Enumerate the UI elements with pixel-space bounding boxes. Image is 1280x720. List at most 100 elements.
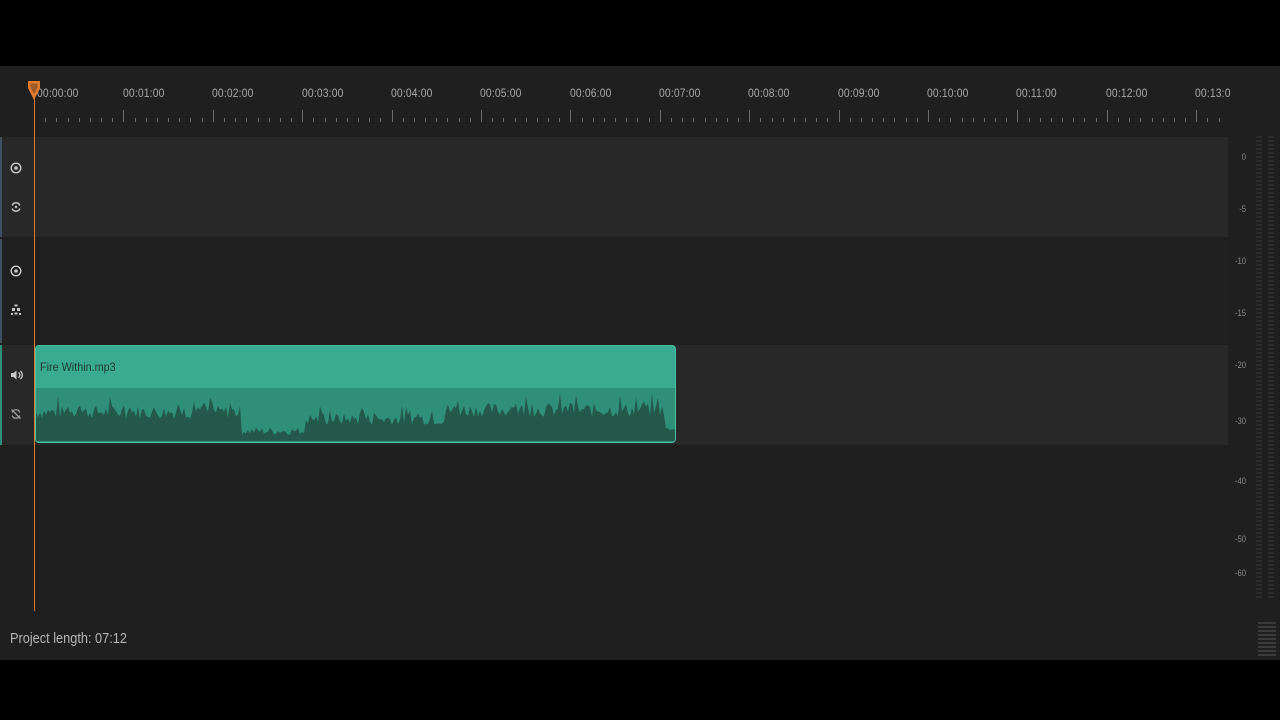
ruler-label: 00:09:00 [838, 86, 880, 100]
ruler-minor-tick [894, 118, 895, 122]
ruler-minor-tick [436, 118, 437, 122]
ruler-minor-tick [772, 118, 773, 122]
meter-right-channel [1268, 136, 1274, 598]
ruler-minor-tick [358, 118, 359, 122]
ruler-minor-tick [682, 118, 683, 122]
playhead-handle[interactable] [27, 80, 41, 102]
ruler-minor-tick [90, 118, 91, 122]
sync-icon[interactable] [9, 200, 23, 214]
meter-label: -5 [1239, 204, 1246, 214]
ruler-minor-tick [973, 118, 974, 122]
ruler-label: 00:03:00 [302, 86, 344, 100]
ruler-minor-tick [202, 118, 203, 122]
ruler-minor-tick [135, 118, 136, 122]
ruler-major-tick [570, 110, 571, 122]
ruler-minor-tick [246, 118, 247, 122]
ruler-major-tick [1017, 110, 1018, 122]
ruler-minor-tick [1084, 118, 1085, 122]
ruler-minor-tick [168, 118, 169, 122]
meter-label: 0 [1241, 152, 1246, 162]
ruler-label: 00:11:00 [1016, 86, 1057, 100]
ruler-minor-tick [615, 118, 616, 122]
ruler-minor-tick [827, 118, 828, 122]
ruler-minor-tick [883, 118, 884, 122]
audio-level-meter: 0 -5 -10 -15 -20 -30 -40 -50 -60 L R [1228, 136, 1280, 660]
ruler-major-tick [928, 110, 929, 122]
ruler-minor-tick [1040, 118, 1041, 122]
ruler-minor-tick [380, 118, 381, 122]
ruler-minor-tick [548, 118, 549, 122]
ruler-minor-tick [1051, 118, 1052, 122]
ruler-minor-tick [1129, 118, 1130, 122]
ruler-minor-tick [939, 118, 940, 122]
ruler-minor-tick [190, 118, 191, 122]
ruler-minor-tick [112, 118, 113, 122]
ruler-label: 00:08:00 [748, 86, 790, 100]
ruler-minor-tick [1062, 118, 1063, 122]
ruler-minor-tick [1163, 118, 1164, 122]
ruler-minor-tick [984, 118, 985, 122]
ruler-minor-tick [1152, 118, 1153, 122]
ruler-minor-tick [45, 118, 46, 122]
ruler-minor-tick [447, 118, 448, 122]
ruler-minor-tick [258, 118, 259, 122]
track-2[interactable] [0, 239, 1228, 343]
ruler-minor-tick [1096, 118, 1097, 122]
ruler-label: 00:06:00 [570, 86, 612, 100]
track-1[interactable] [0, 137, 1228, 237]
ruler-minor-tick [626, 118, 627, 122]
ruler-label: 00:10:00 [927, 86, 969, 100]
ruler-minor-tick [515, 118, 516, 122]
ruler-minor-tick [537, 118, 538, 122]
audio-clip[interactable]: Fire Within.mp3 [35, 345, 676, 443]
playhead-line[interactable] [34, 86, 35, 611]
ruler-label: 00:04:00 [391, 86, 433, 100]
ruler-minor-tick [582, 118, 583, 122]
ruler-minor-tick [906, 118, 907, 122]
ruler-minor-tick [1118, 118, 1119, 122]
meter-label: -20 [1234, 360, 1246, 370]
meter-label: -50 [1234, 534, 1246, 544]
ruler-major-tick [302, 110, 303, 122]
ruler-minor-tick [459, 118, 460, 122]
ruler-minor-tick [850, 118, 851, 122]
ruler-minor-tick [816, 118, 817, 122]
ruler-minor-tick [1174, 118, 1175, 122]
ruler-minor-tick [224, 118, 225, 122]
timeline-editor: 00:00:00 00:01:00 00:02:00 00:03:00 00:0… [0, 66, 1280, 660]
visibility-icon[interactable] [9, 161, 23, 175]
time-ruler[interactable]: 00:00:00 00:01:00 00:02:00 00:03:00 00:0… [0, 66, 1231, 136]
meter-label: -10 [1234, 256, 1246, 266]
meter-label: -15 [1234, 308, 1246, 318]
meter-label: -40 [1234, 476, 1246, 486]
visibility-icon[interactable] [9, 264, 23, 278]
ruler-minor-tick [291, 118, 292, 122]
ruler-minor-tick [79, 118, 80, 122]
ruler-label: 00:13:0 [1195, 86, 1231, 100]
ruler-label: 00:00:00 [37, 86, 79, 100]
mute-icon[interactable] [9, 407, 23, 421]
ruler-label: 00:12:00 [1106, 86, 1148, 100]
ruler-minor-tick [56, 118, 57, 122]
ruler-minor-tick [693, 118, 694, 122]
ruler-major-tick [123, 110, 124, 122]
ruler-minor-tick [425, 118, 426, 122]
ruler-minor-tick [1029, 118, 1030, 122]
ruler-minor-tick [313, 118, 314, 122]
ruler-minor-tick [157, 118, 158, 122]
speaker-icon[interactable] [9, 368, 23, 382]
ruler-minor-tick [738, 118, 739, 122]
ruler-minor-tick [637, 118, 638, 122]
clip-name: Fire Within.mp3 [40, 360, 116, 374]
ruler-minor-tick [917, 118, 918, 122]
ruler-label: 00:02:00 [212, 86, 254, 100]
ruler-minor-tick [146, 118, 147, 122]
effects-icon[interactable] [9, 303, 23, 317]
ruler-label: 00:07:00 [659, 86, 701, 100]
ruler-major-tick [392, 110, 393, 122]
ruler-minor-tick [325, 118, 326, 122]
ruler-minor-tick [68, 118, 69, 122]
ruler-minor-tick [559, 118, 560, 122]
ruler-minor-tick [604, 118, 605, 122]
ruler-minor-tick [414, 118, 415, 122]
